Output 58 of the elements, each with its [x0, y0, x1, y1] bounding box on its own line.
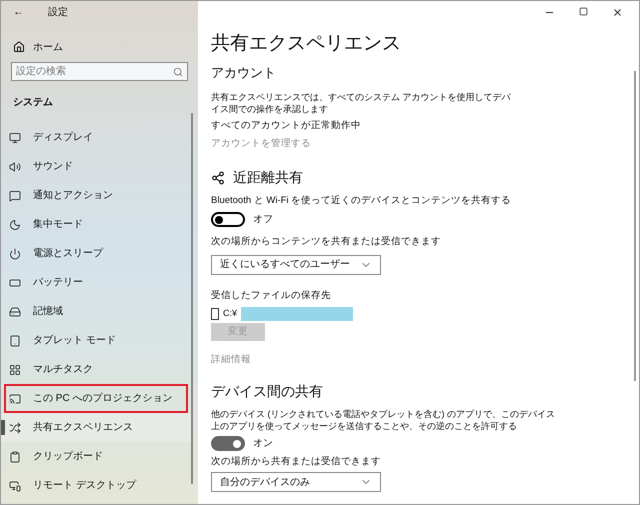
power-icon	[9, 248, 21, 260]
speaker-icon	[9, 160, 21, 172]
home-item[interactable]: ホーム	[1, 38, 198, 56]
toggle-label: オフ	[253, 213, 273, 228]
sidebar-item[interactable]: マルチタスク	[1, 355, 191, 384]
sidebar-item[interactable]: 共有エクスペリエンス	[1, 413, 191, 442]
section-heading: システム	[12, 96, 54, 109]
page-title: 共有エクスペリエンス	[211, 33, 402, 55]
speech-bubble-icon	[9, 190, 21, 202]
dropdown[interactable]: 自分のデバイスのみ	[211, 472, 381, 492]
section-heading: 近距離共有	[233, 168, 303, 187]
remote-desktop-icon	[9, 480, 21, 492]
toggle-switch[interactable]	[211, 436, 245, 451]
more-info-link[interactable]: 詳細情報	[211, 352, 251, 367]
home-icon	[13, 41, 25, 53]
clipboard-icon	[9, 450, 21, 462]
sidebar-item[interactable]: 集中モード	[1, 210, 191, 239]
sidebar-item[interactable]: 通知とアクション	[1, 181, 191, 210]
sidebar-item[interactable]: リモート デスクトップ	[1, 471, 191, 500]
sidebar-item[interactable]: バッテリー	[1, 268, 191, 297]
monitor-icon	[9, 132, 21, 144]
manage-accounts-link[interactable]: アカウントを管理する	[211, 136, 311, 151]
toggle-label: オン	[253, 437, 273, 451]
grid-icon	[9, 364, 21, 376]
moon-icon	[9, 218, 21, 230]
selection-indicator	[1, 420, 5, 435]
sidebar-item[interactable]: ディスプレイ	[1, 123, 191, 152]
folder-path: C:¥	[223, 307, 238, 320]
back-button[interactable]: ←	[13, 4, 24, 20]
field-label: 受信したファイルの保存先	[211, 288, 332, 302]
sidebar-item[interactable]: サウンド	[1, 152, 191, 181]
description-text: 他のデバイス (リンクされている電話やタブレットを含む) のアプリで、このデバイス上のアプリを使ってメッセージを送信することや、その逆のことを許可する	[211, 408, 556, 432]
share-icon	[211, 170, 225, 184]
close-icon[interactable]	[612, 7, 623, 18]
sidebar-item[interactable]: クリップボード	[1, 442, 191, 471]
sidebar-item[interactable]: タブレット モード	[1, 326, 191, 355]
field-label: 次の場所から共有または受信できます	[211, 455, 382, 469]
toggle-switch[interactable]	[211, 212, 245, 228]
maximize-icon[interactable]	[579, 7, 588, 16]
dropdown[interactable]: 近くにいるすべてのユーザー	[211, 254, 381, 274]
description-text: 共有エクスペリエンスでは、すべてのシステム アカウントを使用してデバイス間での操作を承認します	[211, 90, 511, 114]
section-heading: デバイス間の共有	[211, 382, 324, 401]
field-label: 次の場所からコンテンツを共有または受信できます	[211, 235, 442, 250]
drive-icon	[9, 306, 21, 318]
sidebar-item[interactable]: 電源とスリープ	[1, 239, 191, 268]
battery-icon	[9, 276, 21, 288]
tablet-icon	[9, 334, 21, 346]
projection-icon	[9, 392, 21, 404]
file-icon	[211, 308, 219, 320]
search-icon	[173, 66, 183, 76]
shuffle-icon	[9, 422, 21, 434]
sidebar-item[interactable]: 記憶域	[1, 297, 191, 326]
description-text: Bluetooth と Wi-Fi を使って近くのデバイスとコンテンツを共有する	[211, 194, 512, 208]
search-field[interactable]: 設定の検索	[11, 62, 188, 81]
window-title: 設定	[48, 6, 68, 20]
status-text: すべてのアカウントが正常動作中	[211, 118, 362, 132]
sidebar-item[interactable]: この PC へのプロジェクション	[4, 384, 188, 413]
section-heading: アカウント	[211, 64, 277, 82]
